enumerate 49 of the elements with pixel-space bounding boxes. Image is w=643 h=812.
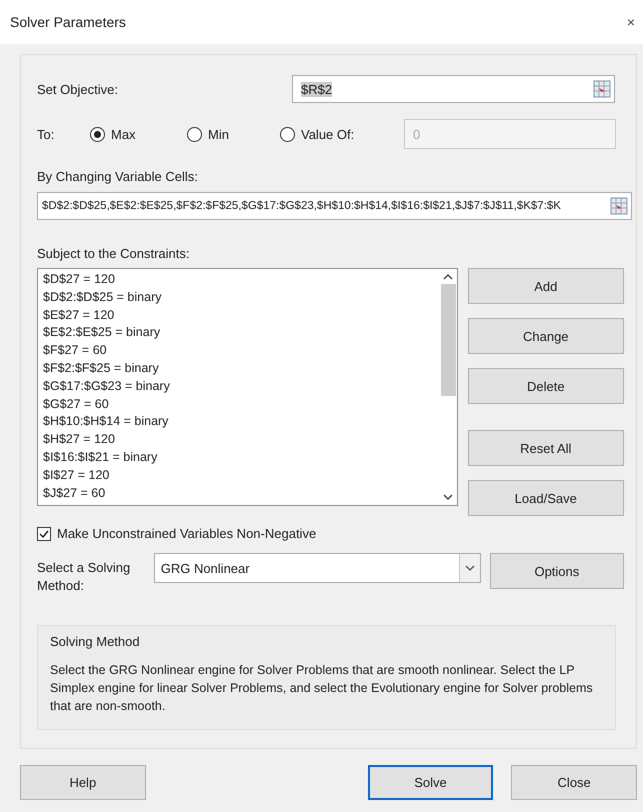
constraints-list[interactable]	[37, 268, 458, 506]
constraint-item[interactable]: $E$27 = 120	[43, 306, 435, 324]
constraint-item[interactable]: $D$27 = 120	[43, 271, 435, 289]
radio-button[interactable]	[187, 126, 202, 142]
constraint-button[interactable]: Load/Save	[468, 480, 624, 516]
constraint-button[interactable]: Reset All	[468, 430, 624, 466]
constraint-item[interactable]: $F$27 = 60	[43, 342, 435, 360]
description-text: Select the GRG Nonlinear engine for Solver Problems that are smooth nonlinear. Select the LP Simplex engine for linear Solver Problems, and select the Evolutionary engine for Solver problems that are non-smooth.	[50, 662, 594, 715]
radio-button[interactable]	[90, 126, 105, 142]
close-button[interactable]: ×	[626, 14, 635, 30]
radio-label[interactable]: Max	[111, 126, 136, 142]
scroll-down-icon[interactable]	[443, 494, 454, 501]
dialog-button[interactable]: Close	[511, 765, 637, 800]
constraint-item[interactable]: $E$2:$E$25 = binary	[43, 324, 435, 342]
constraint-button[interactable]: Add	[468, 268, 624, 304]
constraint-item[interactable]: $H$10:$H$14 = binary	[43, 413, 435, 432]
constraint-item[interactable]: $G$17:$G$23 = binary	[43, 378, 435, 396]
range-select-icon[interactable]	[610, 197, 628, 215]
constraint-item[interactable]: $I$16:$I$21 = binary	[43, 448, 435, 467]
constraint-button[interactable]: Change	[468, 318, 624, 354]
range-select-icon[interactable]	[593, 80, 611, 98]
solving-method-dropdown[interactable]: GRG Nonlinear	[154, 553, 481, 583]
non-negative-label: Make Unconstrained Variables Non-Negative	[57, 526, 316, 541]
constraint-button[interactable]: Delete	[468, 368, 624, 404]
dialog-button[interactable]: Help	[20, 765, 146, 800]
scroll-up-icon[interactable]	[443, 273, 454, 280]
constraint-item[interactable]: $F$2:$F$25 = binary	[43, 360, 435, 378]
constraint-item[interactable]: $J$27 = 60	[43, 484, 435, 502]
description-title: Solving Method	[50, 634, 141, 649]
variable-cells-label: By Changing Variable Cells:	[37, 169, 198, 184]
caret-icon	[464, 565, 475, 571]
constraint-item[interactable]: $H$27 = 120	[43, 431, 435, 449]
objective-field[interactable]: $R$2	[292, 75, 615, 103]
dialog-button[interactable]: Solve	[368, 765, 494, 800]
constraints-label: Subject to the Constraints:	[37, 246, 190, 261]
window-title: Solver Parameters	[10, 14, 126, 30]
radio-button[interactable]	[280, 126, 295, 142]
check-icon	[39, 530, 49, 538]
options-button[interactable]: Options	[490, 553, 624, 589]
non-negative-checkbox[interactable]	[37, 526, 51, 540]
radio-label[interactable]: Min	[208, 126, 229, 142]
objective-label: Set Objective:	[37, 82, 119, 96]
constraint-item[interactable]: $D$2:$D$25 = binary	[43, 288, 435, 307]
to-label: To:	[37, 126, 56, 142]
solving-method-label: Select a Solving Method:	[37, 559, 132, 595]
constraint-item[interactable]: $G$27 = 60	[43, 396, 435, 414]
constraint-item[interactable]: $I$27 = 120	[43, 466, 435, 485]
radio-label[interactable]: Value Of:	[301, 126, 354, 142]
variable-cells-field[interactable]: $D$2:$D$25,$E$2:$E$25,$F$2:$F$25,$G$17:$G$23,$H$10:$H$14,$I$16:$I$21,$J$7:$J$11,$K$7:$K	[37, 192, 632, 220]
